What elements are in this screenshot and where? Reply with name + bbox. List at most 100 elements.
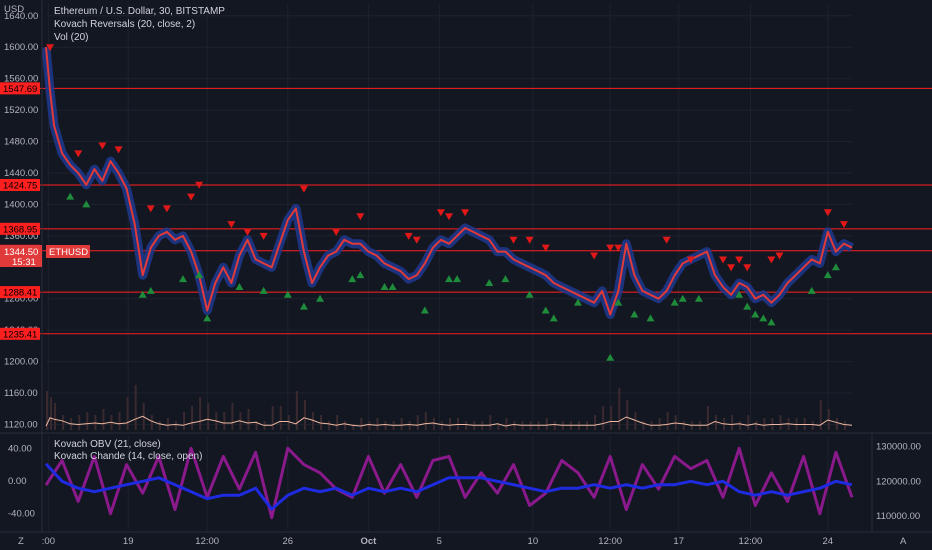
time-tick-label: 24 bbox=[823, 536, 834, 547]
time-tick-label: 12:00 bbox=[739, 536, 763, 547]
symbol-tag: ETHUSD bbox=[49, 247, 88, 258]
volume-bar bbox=[545, 418, 548, 430]
volume-bar bbox=[54, 403, 57, 430]
volume-bar bbox=[827, 409, 830, 430]
volume-bar bbox=[400, 418, 403, 430]
volume-bar bbox=[602, 406, 605, 430]
volume-bar bbox=[408, 421, 411, 430]
volume-bar bbox=[553, 421, 556, 430]
volume-bar bbox=[658, 418, 661, 430]
volume-bar bbox=[489, 415, 492, 430]
time-tick-label: 5 bbox=[437, 536, 442, 547]
volume-bar bbox=[344, 421, 347, 430]
time-tick-label: :00 bbox=[42, 536, 55, 547]
volume-bar bbox=[843, 421, 846, 430]
price-tick-label: 1520.00 bbox=[4, 105, 38, 116]
volume-bar bbox=[384, 421, 387, 430]
volume-bar bbox=[835, 418, 838, 430]
volume-bar bbox=[811, 421, 814, 430]
osc-tick-label: 40.00 bbox=[8, 443, 32, 454]
level-tag-label: 1547.69 bbox=[3, 84, 37, 95]
volume-bar bbox=[247, 409, 250, 430]
volume-bar bbox=[731, 415, 734, 430]
volume-bar bbox=[666, 412, 669, 430]
volume-bar bbox=[739, 421, 742, 430]
time-tick-label: 12:00 bbox=[598, 536, 622, 547]
obv-tick-label: 130000.00 bbox=[876, 441, 921, 452]
volume-bar bbox=[94, 415, 97, 430]
volume-bar bbox=[174, 421, 177, 430]
auto-scale-a-button[interactable]: A bbox=[900, 536, 907, 547]
volume-bar bbox=[223, 412, 226, 430]
currency-label: USD bbox=[4, 4, 24, 15]
volume-bar bbox=[231, 403, 234, 430]
chart-title[interactable]: Ethereum / U.S. Dollar, 30, BITSTAMP bbox=[54, 6, 225, 17]
volume-bar bbox=[62, 415, 65, 430]
volume-bar bbox=[320, 415, 323, 430]
volume-bar bbox=[360, 418, 363, 430]
volume-bar bbox=[118, 412, 121, 430]
volume-bar bbox=[440, 421, 443, 430]
indicator-kovach-reversals[interactable]: Kovach Reversals (20, close, 2) bbox=[54, 19, 195, 30]
volume-bar bbox=[271, 406, 274, 430]
volume-bar bbox=[618, 388, 621, 430]
chart-area[interactable]: 1640.001600.001560.001520.001480.001440.… bbox=[0, 0, 932, 550]
obv-tick-label: 120000.00 bbox=[876, 476, 921, 487]
price-tick-label: 1600.00 bbox=[4, 42, 38, 53]
volume-bar bbox=[594, 415, 597, 430]
time-tick-label: 26 bbox=[283, 536, 294, 547]
osc-tick-label: 0.00 bbox=[8, 476, 27, 487]
volume-bar bbox=[126, 397, 129, 430]
volume-bar bbox=[642, 421, 645, 430]
volume-bar bbox=[747, 415, 750, 430]
volume-bar bbox=[465, 421, 468, 430]
volume-bar bbox=[336, 415, 339, 430]
volume-bar bbox=[497, 424, 500, 430]
volume-bar bbox=[158, 421, 161, 430]
volume-bar bbox=[626, 400, 629, 430]
volume-bar bbox=[682, 421, 685, 430]
level-tag-label: 1288.41 bbox=[3, 288, 37, 299]
volume-bar bbox=[207, 403, 210, 430]
volume-bar bbox=[779, 415, 782, 430]
price-tick-label: 1400.00 bbox=[4, 199, 38, 210]
volume-bar bbox=[78, 415, 81, 430]
volume-bar bbox=[368, 421, 371, 430]
volume-bar bbox=[279, 406, 282, 430]
volume-bar bbox=[150, 415, 153, 430]
volume-bar bbox=[763, 418, 766, 430]
time-tick-label: 12:00 bbox=[195, 536, 219, 547]
volume-bar bbox=[706, 406, 709, 430]
level-tag-label: 1424.75 bbox=[3, 180, 37, 191]
indicator-volume[interactable]: Vol (20) bbox=[54, 32, 88, 43]
time-tick-label: 10 bbox=[528, 536, 539, 547]
obv-tick-label: 110000.00 bbox=[876, 511, 920, 522]
volume-bar bbox=[166, 418, 169, 430]
time-tick-label: 17 bbox=[673, 536, 684, 547]
current-price-countdown: 15:31 bbox=[12, 257, 36, 268]
volume-bar bbox=[191, 406, 194, 430]
volume-bar bbox=[416, 415, 419, 430]
volume-bar bbox=[183, 412, 186, 430]
level-tag-label: 1368.95 bbox=[3, 224, 37, 235]
price-tick-label: 1200.00 bbox=[4, 357, 38, 368]
price-tick-label: 1440.00 bbox=[4, 168, 38, 179]
volume-bar bbox=[86, 412, 89, 430]
volume-bar bbox=[432, 418, 435, 430]
osc-tick-label: -40.00 bbox=[8, 509, 35, 520]
volume-bar bbox=[102, 409, 105, 430]
volume-bar bbox=[674, 415, 677, 430]
volume-bar bbox=[134, 385, 137, 430]
price-tick-label: 1120.00 bbox=[4, 419, 38, 430]
volume-bar bbox=[424, 412, 427, 430]
volume-bar bbox=[610, 406, 613, 430]
time-tick-label: Oct bbox=[360, 536, 377, 547]
volume-bar bbox=[50, 397, 53, 430]
level-tag-label: 1235.41 bbox=[3, 329, 37, 340]
volume-bar bbox=[328, 421, 331, 430]
zoom-z-button[interactable]: Z bbox=[18, 536, 24, 547]
time-tick-label: 19 bbox=[123, 536, 134, 547]
volume-bar bbox=[449, 418, 451, 430]
indicator-kovach-chande[interactable]: Kovach Chande (14, close, open) bbox=[54, 451, 202, 462]
indicator-kovach-obv[interactable]: Kovach OBV (21, close) bbox=[54, 439, 161, 450]
